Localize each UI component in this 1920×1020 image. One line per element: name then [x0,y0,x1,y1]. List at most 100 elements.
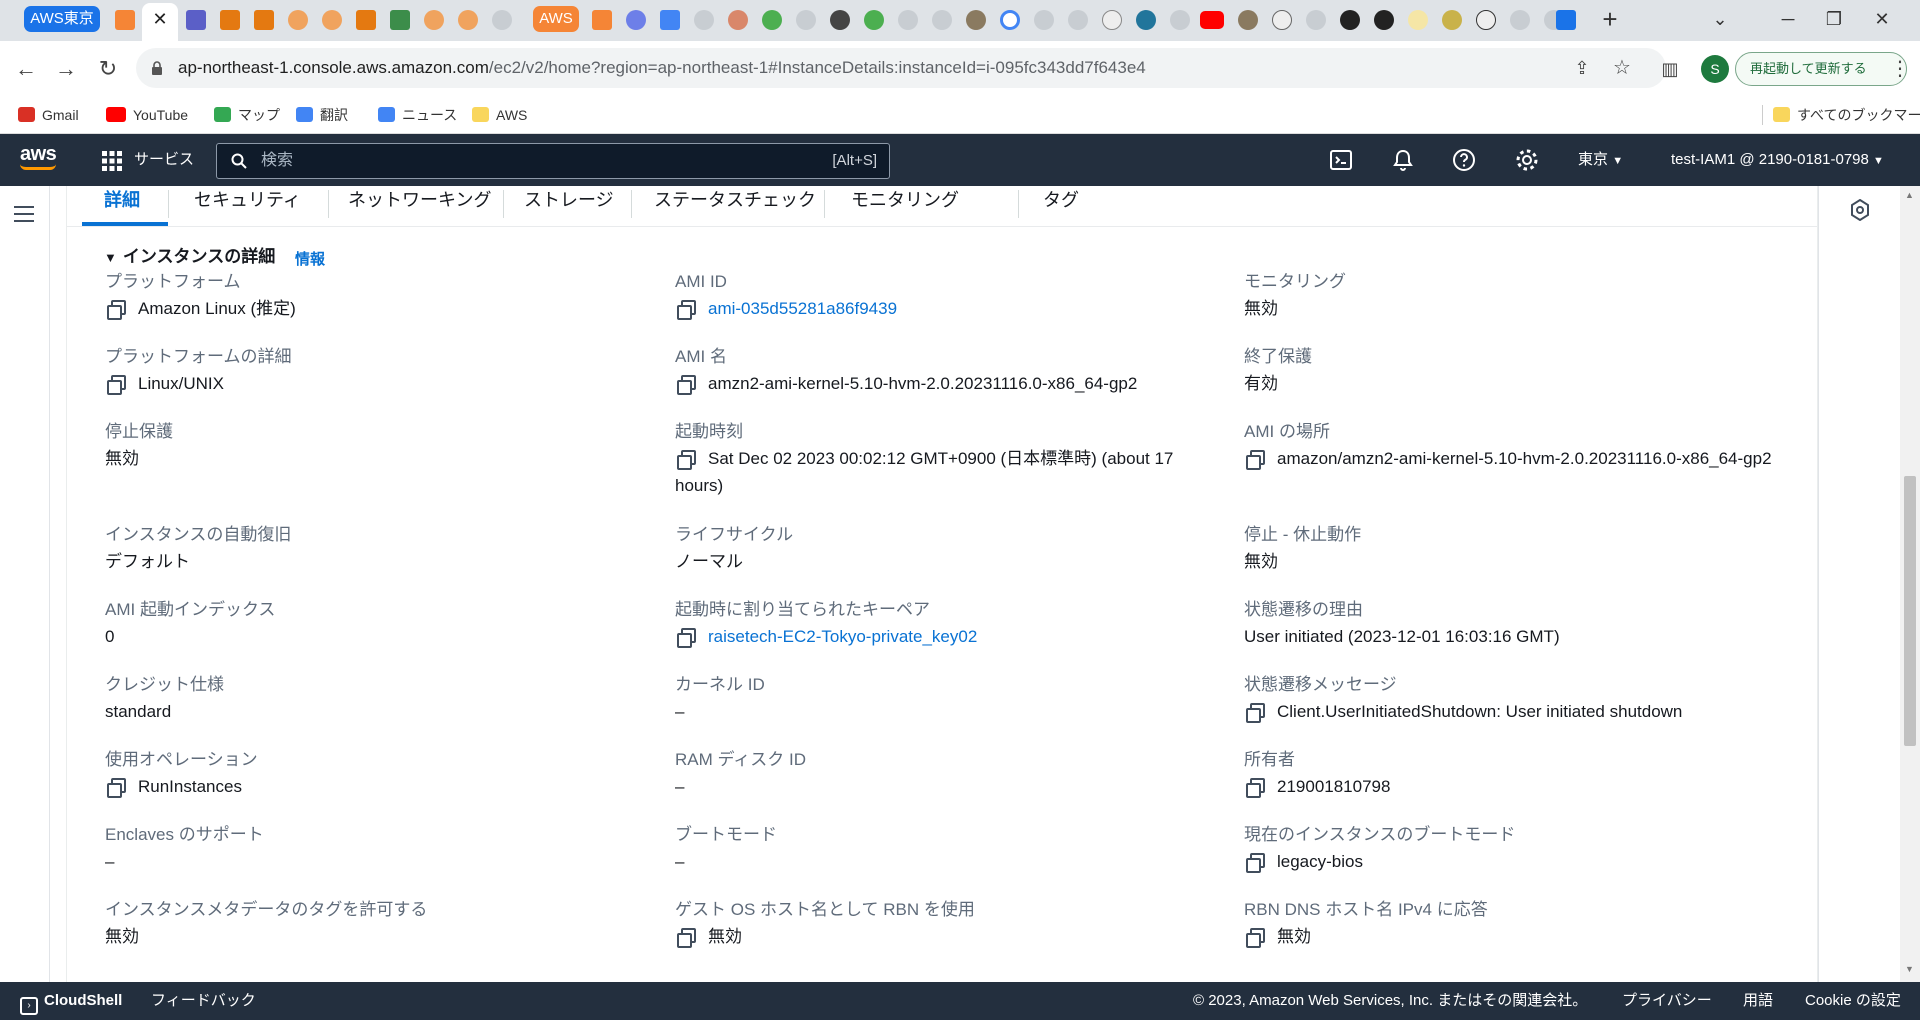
tab-favicon[interactable] [492,10,512,30]
hamburger-menu-icon[interactable] [14,205,34,223]
tab-favicon[interactable] [1238,10,1258,30]
tab-status-checks[interactable]: ステータスチェック [654,186,816,226]
copy-icon[interactable] [107,778,126,798]
cookie-settings-link[interactable]: Cookie の設定 [1805,982,1901,1020]
scroll-down-arrow[interactable]: ▼ [1905,964,1914,974]
tab-favicon[interactable] [932,10,952,30]
copy-icon[interactable] [677,450,696,470]
tab-favicon[interactable] [728,10,748,30]
url-text[interactable]: ap-northeast-1.console.aws.amazon.com/ec… [178,48,1146,88]
tab-details[interactable]: 詳細 [104,186,140,226]
tab-favicon[interactable] [966,10,986,30]
tab-favicon[interactable] [424,10,444,30]
tab-favicon[interactable] [864,10,884,30]
tab-favicon[interactable] [1476,10,1496,30]
tab-favicon[interactable] [1374,10,1394,30]
tab-favicon-aws[interactable] [115,10,135,30]
tab-favicon[interactable] [186,10,206,30]
tab-favicon[interactable] [1034,10,1054,30]
tools-panel-icon[interactable] [1850,199,1870,221]
bookmark-news[interactable]: ニュース [378,105,457,125]
copy-icon[interactable] [677,928,696,948]
tab-favicon[interactable] [1408,10,1428,30]
tab-favicon[interactable] [390,10,410,30]
tab-favicon[interactable] [796,10,816,30]
notifications-bell-icon[interactable] [1391,148,1415,172]
side-panel-icon[interactable]: ▥ [1656,55,1684,83]
copy-icon[interactable] [107,375,126,395]
new-tab-button[interactable]: + [1590,4,1630,34]
tab-favicon-aws[interactable] [592,10,612,30]
tab-tags[interactable]: タグ [1043,186,1079,226]
bookmark-star-icon[interactable]: ☆ [1608,54,1636,82]
tab-favicon-gemini[interactable] [626,10,646,30]
tab-favicon[interactable] [1306,10,1326,30]
minimize-button[interactable]: ─ [1768,4,1808,34]
tab-security[interactable]: セキュリティ [194,186,301,226]
tab-group-aws-tokyo[interactable]: AWS東京 [24,6,100,32]
aws-logo[interactable]: aws [20,144,64,176]
tab-favicon[interactable] [1442,10,1462,30]
tab-favicon[interactable] [254,10,274,30]
close-window-button[interactable]: ✕ [1862,4,1902,34]
section-header[interactable]: ▼ インスタンスの詳細 [104,246,275,269]
region-selector[interactable]: 東京 ▼ [1578,134,1623,187]
tab-favicon-wordpress[interactable] [1136,10,1156,30]
settings-gear-icon[interactable] [1515,148,1539,172]
info-link[interactable]: 情報 [295,248,325,269]
tab-favicon-wikipedia[interactable] [1102,10,1122,30]
field-value-link[interactable]: ami-035d55281a86f9439 [708,299,897,318]
cloudshell-icon[interactable] [1329,148,1353,172]
forward-icon[interactable]: → [52,55,80,83]
cloudshell-footer-button[interactable]: › CloudShell [20,982,122,1020]
scroll-up-arrow[interactable]: ▲ [1905,190,1914,200]
copy-icon[interactable] [677,300,696,320]
help-icon[interactable] [1452,148,1476,172]
lock-icon[interactable] [151,61,163,75]
tab-favicon[interactable] [1068,10,1088,30]
tab-favicon-github[interactable] [1340,10,1360,30]
address-bar[interactable]: ap-northeast-1.console.aws.amazon.com/ec… [136,48,1666,88]
privacy-link[interactable]: プライバシー [1622,982,1712,1020]
tab-favicon-youtube[interactable] [1200,11,1224,29]
all-bookmarks[interactable]: すべてのブックマーク [1762,105,1920,125]
tab-favicon[interactable] [1510,10,1530,30]
scroll-thumb[interactable] [1904,476,1916,746]
bookmark-aws-folder[interactable]: AWS [472,105,527,125]
bookmark-translate[interactable]: 翻訳 [296,105,348,125]
copy-icon[interactable] [107,300,126,320]
tab-favicon[interactable] [220,10,240,30]
maximize-button[interactable]: ❐ [1814,4,1854,34]
copy-icon[interactable] [1246,778,1265,798]
tab-favicon[interactable] [762,10,782,30]
account-menu[interactable]: test-IAM1 @ 2190-0181-0798 ▼ [1671,134,1884,187]
tab-networking[interactable]: ネットワーキング [348,186,491,226]
bookmark-maps[interactable]: マップ [214,105,280,125]
close-tab-icon[interactable]: ✕ [150,6,170,32]
tab-favicon[interactable] [1272,10,1292,30]
copy-icon[interactable] [1246,703,1265,723]
bookmark-youtube[interactable]: YouTube [106,105,188,125]
copy-icon[interactable] [1246,928,1265,948]
profile-avatar[interactable]: S [1701,55,1729,83]
tab-favicon[interactable] [1170,10,1190,30]
tab-favicon[interactable] [898,10,918,30]
tab-group-aws[interactable]: AWS [533,6,579,32]
tab-favicon[interactable] [830,10,850,30]
tab-favicon[interactable] [694,10,714,30]
menu-kebab-icon[interactable]: ⋮ [1886,55,1914,83]
share-icon[interactable]: ⇪ [1568,54,1596,82]
tab-favicon[interactable] [1556,10,1576,30]
tab-favicon-google[interactable] [1000,10,1020,30]
reload-icon[interactable]: ↻ [94,55,122,83]
restart-to-update-button[interactable]: 再起動して更新する [1735,52,1907,86]
tab-monitoring[interactable]: モニタリング [851,186,959,226]
tab-favicon[interactable] [356,10,376,30]
tab-storage[interactable]: ストレージ [524,186,614,226]
copy-icon[interactable] [677,375,696,395]
tab-favicon-translate[interactable] [660,10,680,30]
page-scrollbar[interactable]: ▲ ▼ [1900,186,1920,982]
field-value-link[interactable]: raisetech-EC2-Tokyo-private_key02 [708,627,977,646]
copy-icon[interactable] [1246,450,1265,470]
tab-favicon[interactable] [458,10,478,30]
